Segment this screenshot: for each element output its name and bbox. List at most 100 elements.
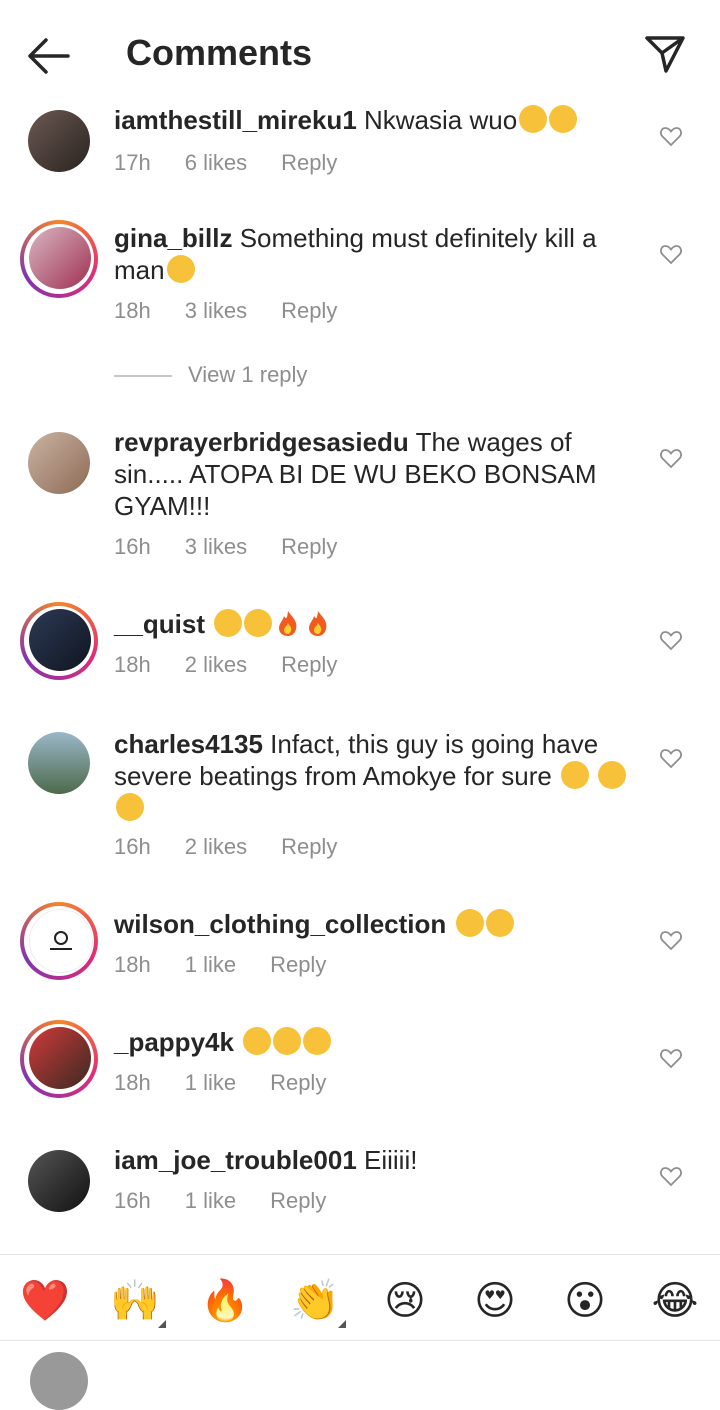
laughing-emoji-icon bbox=[273, 1027, 302, 1055]
wilson-logo bbox=[50, 931, 72, 950]
laughing-emoji-icon bbox=[243, 1027, 272, 1055]
send-icon[interactable] bbox=[644, 34, 686, 74]
heart-icon[interactable] bbox=[660, 930, 682, 950]
comment-meta: 17h 6 likes Reply bbox=[114, 150, 371, 176]
my-avatar bbox=[30, 1352, 88, 1410]
divider bbox=[0, 1340, 720, 1341]
avatar[interactable] bbox=[29, 909, 93, 973]
comment-text: charles4135 Infact, this guy is going ha… bbox=[114, 728, 634, 824]
clapping-reaction-icon[interactable]: 👏 bbox=[290, 1276, 340, 1326]
comment-username[interactable]: gina_billz bbox=[114, 223, 232, 253]
crying-reaction-icon[interactable]: 😢 bbox=[380, 1276, 430, 1326]
laughing-emoji-icon bbox=[166, 255, 195, 283]
fire-icon bbox=[274, 609, 302, 637]
comment-text: gina_billz Something must definitely kil… bbox=[114, 222, 634, 286]
comment-time: 18h bbox=[114, 1070, 151, 1095]
skin-tone-indicator bbox=[158, 1320, 166, 1328]
comment-meta: 18h 3 likes Reply bbox=[114, 298, 371, 324]
comment-text: __quist bbox=[114, 608, 634, 640]
comment-time: 16h bbox=[114, 534, 151, 559]
comment-body: Nkwasia wuo bbox=[356, 105, 518, 135]
crying-emoji-icon bbox=[214, 609, 243, 637]
reply-button[interactable]: Reply bbox=[281, 150, 337, 175]
laughing-emoji-icon bbox=[598, 761, 627, 789]
heart-eyes-reaction-icon[interactable]: 😍 bbox=[470, 1276, 520, 1326]
heart-icon[interactable] bbox=[660, 244, 682, 264]
comment-likes[interactable]: 3 likes bbox=[185, 534, 247, 559]
heart-icon[interactable] bbox=[660, 126, 682, 146]
avatar[interactable] bbox=[29, 609, 91, 671]
divider-line bbox=[114, 375, 172, 378]
comment-text: iam_joe_trouble001 Eiiiii! bbox=[114, 1144, 634, 1176]
heart-icon[interactable] bbox=[660, 448, 682, 468]
comment-username[interactable]: charles4135 bbox=[114, 729, 263, 759]
comment-likes[interactable]: 1 like bbox=[185, 1188, 236, 1213]
avatar[interactable] bbox=[28, 432, 90, 494]
comment-meta: 16h 3 likes Reply bbox=[114, 534, 371, 560]
comment-meta: 18h 2 likes Reply bbox=[114, 652, 371, 678]
comment-username[interactable]: _pappy4k bbox=[114, 1027, 234, 1057]
fire-reaction-icon[interactable]: 🔥 bbox=[200, 1276, 250, 1326]
comment-likes[interactable]: 6 likes bbox=[185, 150, 247, 175]
comment-time: 16h bbox=[114, 834, 151, 859]
reply-button[interactable]: Reply bbox=[281, 652, 337, 677]
comment-username[interactable]: __quist bbox=[114, 609, 205, 639]
crying-emoji-icon bbox=[519, 105, 548, 133]
comment-text: iamthestill_mireku1 Nkwasia wuo bbox=[114, 104, 634, 136]
heart-icon[interactable] bbox=[660, 630, 682, 650]
avatar[interactable] bbox=[29, 227, 91, 289]
comment-time: 17h bbox=[114, 150, 151, 175]
avatar[interactable] bbox=[28, 1150, 90, 1212]
comment-username[interactable]: revprayerbridgesasiedu bbox=[114, 427, 409, 457]
comment-body bbox=[446, 909, 453, 939]
comment-time: 18h bbox=[114, 952, 151, 977]
comment-time: 18h bbox=[114, 298, 151, 323]
comment-text: revprayerbridgesasiedu The wages of sin.… bbox=[114, 426, 634, 522]
view-replies-link[interactable]: View 1 reply bbox=[114, 362, 307, 388]
comment-body bbox=[205, 609, 212, 639]
laughing-emoji-icon bbox=[455, 909, 484, 937]
surprised-reaction-icon[interactable]: 😮 bbox=[560, 1276, 610, 1326]
raised-hands-reaction-icon[interactable]: 🙌 bbox=[110, 1276, 160, 1326]
reply-button[interactable]: Reply bbox=[270, 1188, 326, 1213]
divider bbox=[0, 1254, 720, 1255]
comment-username[interactable]: iamthestill_mireku1 bbox=[114, 105, 357, 135]
crying-emoji-icon bbox=[244, 609, 273, 637]
comment-meta: 16h 2 likes Reply bbox=[114, 834, 371, 860]
fire-icon bbox=[304, 609, 332, 637]
reply-button[interactable]: Reply bbox=[281, 834, 337, 859]
laughing-emoji-icon bbox=[116, 793, 144, 821]
comment-likes[interactable]: 2 likes bbox=[185, 834, 247, 859]
comment-text: _pappy4k bbox=[114, 1026, 634, 1058]
comment-body: Eiiiii! bbox=[356, 1145, 418, 1175]
comment-likes[interactable]: 3 likes bbox=[185, 298, 247, 323]
heart-icon[interactable] bbox=[660, 1048, 682, 1068]
quick-reactions-bar: ❤️ 🙌 🔥 👏 😢 😍 😮 😂 bbox=[0, 1256, 720, 1340]
comment-time: 18h bbox=[114, 652, 151, 677]
comment-text: wilson_clothing_collection bbox=[114, 908, 634, 940]
reply-button[interactable]: Reply bbox=[270, 1070, 326, 1095]
laughing-emoji-icon bbox=[303, 1027, 332, 1055]
comment-meta: 16h 1 like Reply bbox=[114, 1188, 360, 1214]
comment-body bbox=[234, 1027, 241, 1057]
laughing-reaction-icon[interactable]: 😂 bbox=[650, 1276, 700, 1326]
avatar[interactable] bbox=[28, 732, 90, 794]
comment-likes[interactable]: 2 likes bbox=[185, 652, 247, 677]
comment-username[interactable]: wilson_clothing_collection bbox=[114, 909, 446, 939]
back-arrow-icon[interactable] bbox=[26, 36, 72, 76]
reply-button[interactable]: Reply bbox=[281, 534, 337, 559]
comment-meta: 18h 1 like Reply bbox=[114, 952, 360, 978]
view-replies-label: View 1 reply bbox=[188, 362, 308, 387]
heart-icon[interactable] bbox=[660, 748, 682, 768]
comment-username[interactable]: iam_joe_trouble001 bbox=[114, 1145, 357, 1175]
reply-button[interactable]: Reply bbox=[270, 952, 326, 977]
heart-icon[interactable] bbox=[660, 1166, 682, 1186]
laughing-emoji-icon bbox=[485, 909, 514, 937]
avatar[interactable] bbox=[29, 1027, 91, 1089]
comment-likes[interactable]: 1 like bbox=[185, 952, 236, 977]
comment-likes[interactable]: 1 like bbox=[185, 1070, 236, 1095]
heart-reaction-icon[interactable]: ❤️ bbox=[20, 1276, 70, 1326]
comment-time: 16h bbox=[114, 1188, 151, 1213]
reply-button[interactable]: Reply bbox=[281, 298, 337, 323]
avatar[interactable] bbox=[28, 110, 90, 172]
